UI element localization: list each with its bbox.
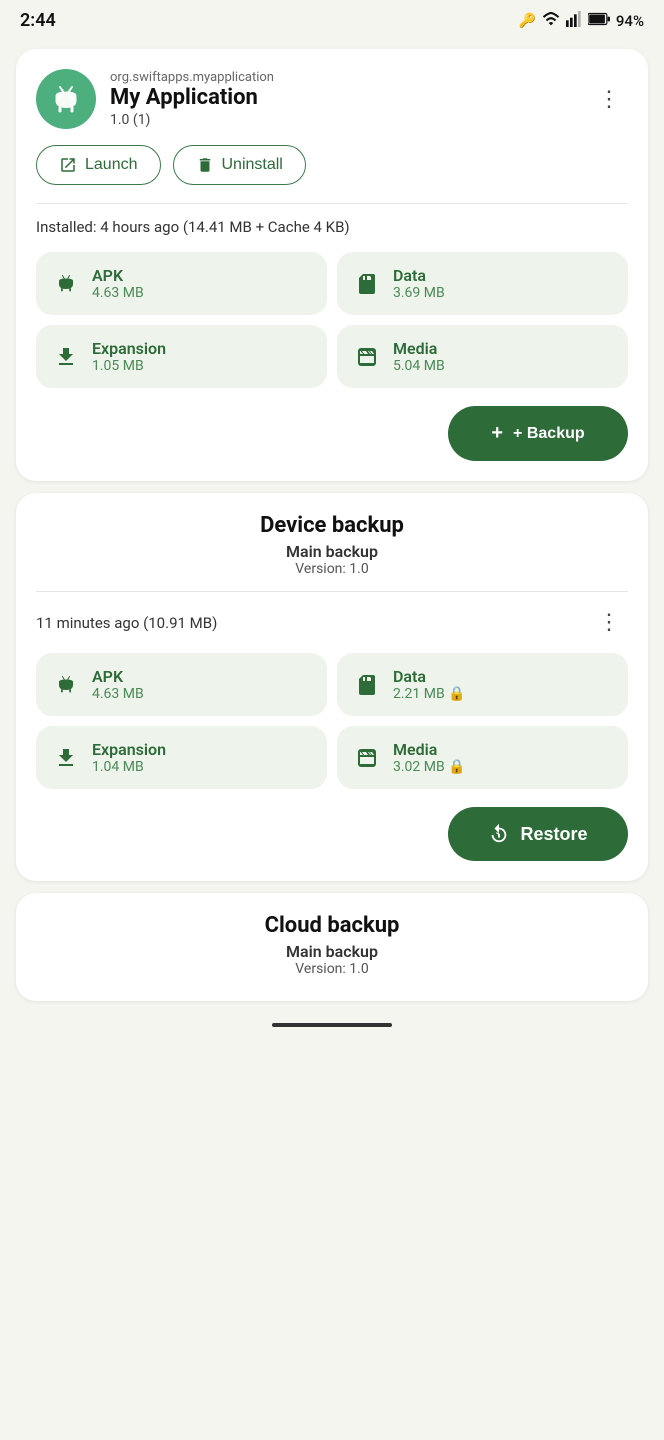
device-apk-label: APK xyxy=(92,667,144,686)
backup-time: 11 minutes ago (10.91 MB) xyxy=(36,614,217,632)
storage-item-apk: APK 4.63 MB xyxy=(36,252,327,315)
device-data-size: 2.21 MB 🔒 xyxy=(393,686,466,702)
apk-info: APK 4.63 MB xyxy=(92,266,144,301)
device-film-icon xyxy=(353,746,381,770)
launch-button[interactable]: Launch xyxy=(36,145,161,185)
app-header: org.swiftapps.myapplication My Applicati… xyxy=(36,69,628,129)
backup-more-options-icon[interactable]: ⋮ xyxy=(590,606,628,639)
expansion-size: 1.05 MB xyxy=(92,358,166,374)
bottom-bar xyxy=(0,1013,664,1043)
more-options-icon[interactable]: ⋮ xyxy=(590,83,628,116)
storage-item-media: Media 5.04 MB xyxy=(337,325,628,388)
restore-button[interactable]: Restore xyxy=(448,807,628,861)
restore-label: Restore xyxy=(520,824,587,845)
signal-icon xyxy=(566,11,582,31)
media-label: Media xyxy=(393,339,445,358)
data-label: Data xyxy=(393,266,445,285)
app-package: org.swiftapps.myapplication xyxy=(110,70,274,85)
media-size: 5.04 MB xyxy=(393,358,445,374)
device-storage-data: Data 2.21 MB 🔒 xyxy=(337,653,628,716)
download-icon xyxy=(52,345,80,369)
data-size: 3.69 MB xyxy=(393,285,445,301)
app-icon xyxy=(36,69,96,129)
app-header-left: org.swiftapps.myapplication My Applicati… xyxy=(36,69,274,129)
backup-btn-container: + + Backup xyxy=(36,406,628,461)
cloud-backup-name: Main backup xyxy=(36,942,628,961)
device-storage-media: Media 3.02 MB 🔒 xyxy=(337,726,628,789)
device-expansion-info: Expansion 1.04 MB xyxy=(92,740,166,775)
storage-item-expansion: Expansion 1.05 MB xyxy=(36,325,327,388)
backup-meta: 11 minutes ago (10.91 MB) ⋮ xyxy=(36,606,628,639)
app-info: org.swiftapps.myapplication My Applicati… xyxy=(110,70,274,127)
cloud-backup-title: Cloud backup xyxy=(36,913,628,938)
status-icons: 🔑 94% xyxy=(518,11,644,31)
app-name: My Application xyxy=(110,85,274,111)
device-backup-title: Device backup xyxy=(36,513,628,538)
battery-icon xyxy=(588,12,610,30)
device-sd-icon xyxy=(353,673,381,697)
status-time: 2:44 xyxy=(20,10,56,31)
device-media-size: 3.02 MB 🔒 xyxy=(393,759,466,775)
plus-icon: + xyxy=(491,422,503,445)
sd-card-icon xyxy=(353,272,381,296)
expansion-label: Expansion xyxy=(92,339,166,358)
device-storage-grid: APK 4.63 MB Data 2.21 MB 🔒 xyxy=(36,653,628,789)
app-storage-grid: APK 4.63 MB Data 3.69 MB xyxy=(36,252,628,388)
backup-button[interactable]: + + Backup xyxy=(448,406,628,461)
home-indicator xyxy=(272,1023,392,1027)
device-backup-name: Main backup xyxy=(36,542,628,561)
divider2 xyxy=(36,591,628,592)
device-media-info: Media 3.02 MB 🔒 xyxy=(393,740,466,775)
key-icon: 🔑 xyxy=(518,13,535,29)
install-info: Installed: 4 hours ago (14.41 MB + Cache… xyxy=(36,218,628,236)
uninstall-button[interactable]: Uninstall xyxy=(173,145,306,185)
android-icon xyxy=(52,272,80,296)
film-icon xyxy=(353,345,381,369)
cloud-backup-card: Cloud backup Main backup Version: 1.0 xyxy=(16,893,648,1001)
battery-percent: 94% xyxy=(616,12,644,30)
device-apk-size: 4.63 MB xyxy=(92,686,144,702)
device-expansion-size: 1.04 MB xyxy=(92,759,166,775)
device-storage-expansion: Expansion 1.04 MB xyxy=(36,726,327,789)
device-download-icon xyxy=(52,746,80,770)
launch-label: Launch xyxy=(85,156,138,174)
media-info: Media 5.04 MB xyxy=(393,339,445,374)
apk-label: APK xyxy=(92,266,144,285)
expansion-info: Expansion 1.05 MB xyxy=(92,339,166,374)
storage-item-data: Data 3.69 MB xyxy=(337,252,628,315)
device-media-label: Media xyxy=(393,740,466,759)
apk-size: 4.63 MB xyxy=(92,285,144,301)
device-apk-info: APK 4.63 MB xyxy=(92,667,144,702)
device-android-icon xyxy=(52,673,80,697)
action-buttons: Launch Uninstall xyxy=(36,145,628,185)
app-version: 1.0 (1) xyxy=(110,112,274,128)
wifi-icon xyxy=(542,11,560,31)
divider xyxy=(36,203,628,204)
cloud-backup-version: Version: 1.0 xyxy=(36,961,628,977)
uninstall-label: Uninstall xyxy=(222,156,283,174)
app-card: org.swiftapps.myapplication My Applicati… xyxy=(16,49,648,481)
data-info: Data 3.69 MB xyxy=(393,266,445,301)
backup-label: + Backup xyxy=(513,425,585,443)
device-data-label: Data xyxy=(393,667,466,686)
device-data-info: Data 2.21 MB 🔒 xyxy=(393,667,466,702)
restore-btn-container: Restore xyxy=(36,807,628,861)
device-expansion-label: Expansion xyxy=(92,740,166,759)
device-backup-card: Device backup Main backup Version: 1.0 1… xyxy=(16,493,648,881)
device-storage-apk: APK 4.63 MB xyxy=(36,653,327,716)
device-backup-version: Version: 1.0 xyxy=(36,561,628,577)
status-bar: 2:44 🔑 xyxy=(0,0,664,37)
